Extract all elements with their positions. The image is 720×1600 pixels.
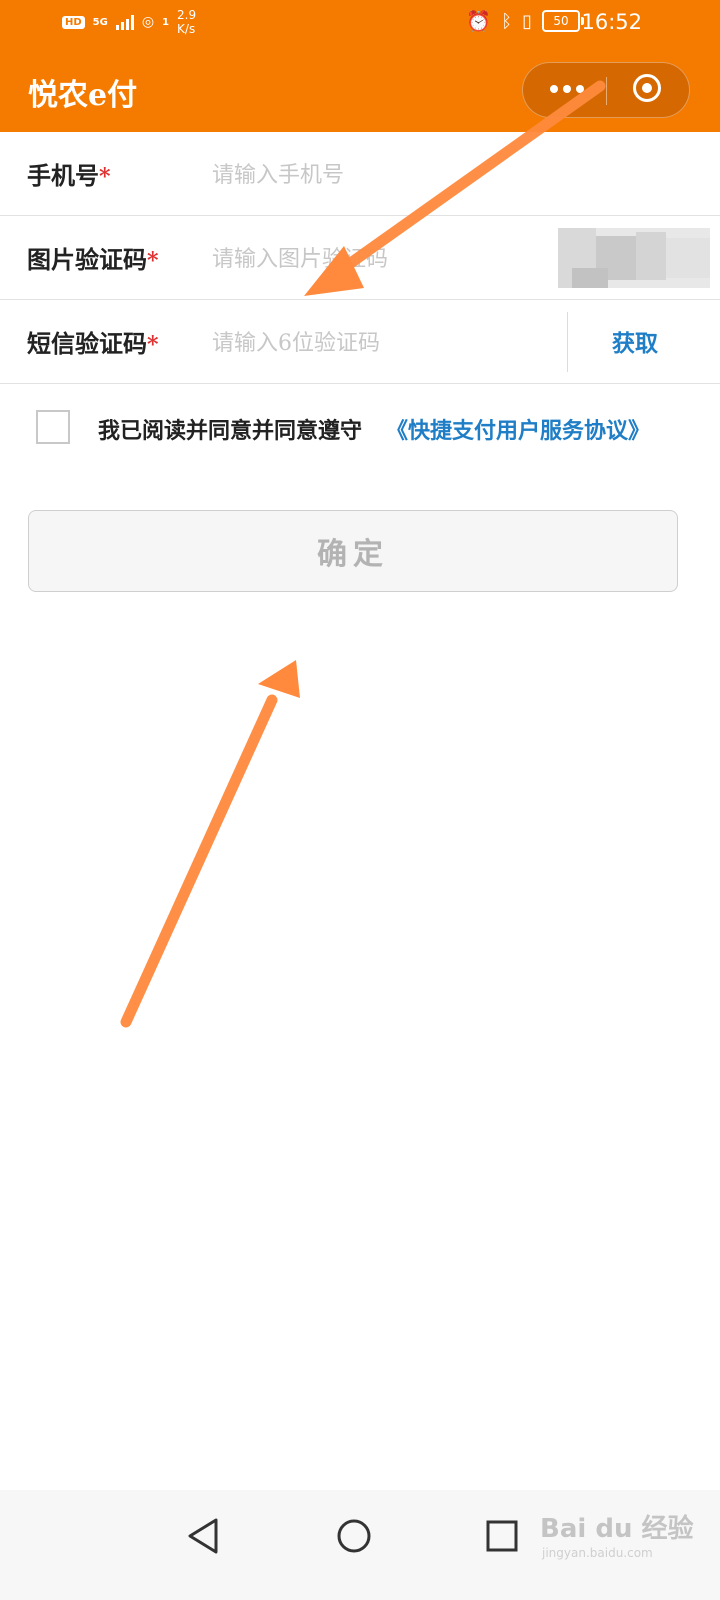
battery-icon: 50 [542, 10, 584, 32]
phone-row: 手机号* [0, 132, 720, 216]
vibrate-icon: ▯ [522, 10, 532, 32]
image-captcha-label: 图片验证码* [27, 240, 159, 275]
agreement-text: 我已阅读并同意并同意遵守 [98, 418, 363, 444]
required-mark: * [147, 248, 159, 274]
image-captcha-input[interactable] [210, 238, 534, 280]
system-nav-bar [0, 1490, 720, 1600]
home-circle-icon[interactable] [330, 1512, 378, 1560]
network-type: 5G [92, 16, 108, 28]
sms-code-input[interactable] [210, 322, 534, 364]
required-mark: * [99, 164, 111, 190]
required-mark: * [147, 332, 159, 358]
get-sms-code-button[interactable]: 获取 [612, 324, 658, 358]
sms-code-label-text: 短信验证码 [27, 329, 147, 358]
baidu-watermark-sub: jingyan.baidu.com [542, 1546, 653, 1560]
status-bar: HD 5G ◎ 1 2.9 K/s ⏰ ᛒ ▯ 50 16:52 [0, 0, 720, 48]
phone-label: 手机号* [27, 156, 111, 191]
sms-code-row: 短信验证码* 获取 [0, 300, 720, 384]
mini-program-header: 悦农e付 [0, 48, 720, 132]
image-captcha-row: 图片验证码* [0, 216, 720, 300]
status-left: HD 5G ◎ 1 2.9 K/s [62, 8, 196, 36]
mini-program-capsule [522, 62, 690, 118]
image-captcha-label-text: 图片验证码 [27, 245, 147, 274]
agreement-checkbox[interactable] [36, 410, 70, 444]
recent-square-icon[interactable] [478, 1512, 526, 1560]
phone-label-text: 手机号 [27, 161, 99, 190]
phone-input[interactable] [210, 154, 534, 196]
arrow-to-confirm [120, 660, 300, 1028]
agreement-link[interactable]: 《快捷支付用户服务协议》 [386, 413, 650, 445]
signal-icon [115, 14, 134, 30]
network-speed: 2.9 K/s [177, 8, 196, 36]
capsule-divider [606, 77, 607, 105]
more-options-icon[interactable] [543, 77, 591, 101]
baidu-watermark: Bai du 经验 [540, 1514, 694, 1544]
captcha-image[interactable] [558, 228, 710, 288]
speed-unit: K/s [177, 22, 196, 36]
status-right: ⏰ ᛒ ▯ 50 [466, 9, 584, 33]
clock: 16:52 [581, 10, 642, 34]
hotspot-count: 1 [162, 16, 170, 28]
hotspot-icon: ◎ [141, 14, 155, 30]
alarm-icon: ⏰ [466, 9, 492, 33]
back-triangle-icon[interactable] [180, 1512, 228, 1560]
page-title: 悦农e付 [28, 78, 138, 113]
sms-code-label: 短信验证码* [27, 324, 159, 359]
close-mini-program-icon[interactable] [633, 74, 661, 102]
sms-divider [567, 312, 568, 372]
confirm-button[interactable]: 确定 [28, 510, 678, 592]
hd-badge: HD [62, 15, 85, 29]
speed-value: 2.9 [177, 8, 197, 22]
bluetooth-icon: ᛒ [501, 10, 513, 32]
